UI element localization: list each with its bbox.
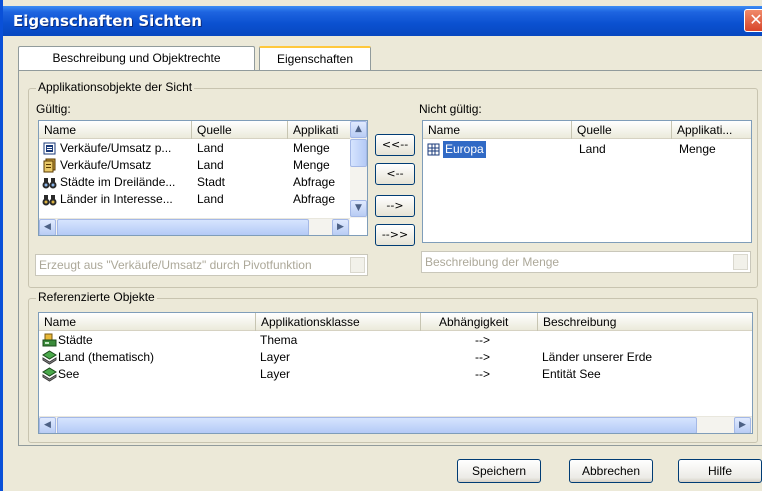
column-header-dependency[interactable]: Abhängigkeit	[421, 313, 538, 331]
valid-objects-list[interactable]: Name Quelle Applikati Verkäufe/Umsatz p.…	[38, 120, 368, 236]
window-title: Eigenschaften Sichten	[13, 12, 202, 30]
table-row[interactable]: Städte Thema -->	[39, 332, 752, 349]
scroll-down-button[interactable]: ▼	[350, 200, 367, 217]
valid-description-text: Erzeugt aus "Verkäufe/Umsatz" durch Pivo…	[39, 258, 312, 272]
column-header-source[interactable]: Quelle	[572, 121, 672, 139]
valid-list-header: Name Quelle Applikati	[39, 121, 367, 139]
item-app: Menge	[679, 142, 716, 156]
row-dependency: -->	[475, 333, 490, 347]
move-all-left-button[interactable]: <<--	[375, 134, 415, 156]
query-icon	[43, 158, 56, 173]
invalid-label: Nicht gültig:	[419, 102, 482, 116]
item-source: Land	[197, 158, 224, 172]
table-row[interactable]: Land (thematisch) Layer --> Länder unser…	[39, 349, 752, 366]
scroll-right-button[interactable]: ▶	[332, 219, 349, 235]
column-header-name[interactable]: Name	[39, 313, 256, 331]
invalid-list-header: Name Quelle Applikati...	[423, 121, 751, 139]
row-description	[542, 332, 742, 349]
referenced-list-header: Name Applikationsklasse Abhängigkeit Bes…	[39, 313, 752, 331]
column-header-app[interactable]: Applikati	[288, 121, 348, 139]
theme-icon	[42, 333, 57, 347]
row-class: Layer	[260, 350, 291, 364]
move-right-button[interactable]: -->	[375, 195, 415, 217]
item-app: Abfrage	[293, 192, 336, 206]
title-bar[interactable]: Eigenschaften Sichten ✕	[3, 6, 762, 36]
item-name: Städte im Dreilände...	[60, 175, 176, 189]
row-name: See	[58, 367, 80, 381]
row-description: Entität See	[542, 367, 601, 381]
item-app: Menge	[293, 141, 330, 155]
binoculars-icon	[42, 195, 57, 206]
item-name: Länder in Interesse...	[60, 192, 173, 206]
item-name: Europa	[443, 141, 486, 158]
vertical-scrollbar[interactable]: ▲ ▼	[350, 121, 367, 218]
invalid-description-text: Beschreibung der Menge	[425, 255, 560, 269]
scroll-right-button[interactable]: ▶	[734, 417, 751, 433]
referenced-objects-list[interactable]: Name Applikationsklasse Abhängigkeit Bes…	[38, 312, 753, 434]
horizontal-scrollbar[interactable]: ◀ ▶	[39, 218, 350, 235]
column-header-name[interactable]: Name	[39, 121, 192, 139]
column-header-name[interactable]: Name	[423, 121, 572, 139]
valid-description-field: Erzeugt aus "Verkäufe/Umsatz" durch Pivo…	[35, 254, 368, 276]
list-item[interactable]: Verkäufe/Umsatz Land Menge	[39, 157, 367, 174]
tab-eigenschaften[interactable]: Eigenschaften	[259, 46, 371, 70]
row-description: Länder unserer Erde	[542, 350, 653, 364]
spin-control	[350, 257, 365, 273]
tab-panel: Applikationsobjekte der Sicht Gültig: Ni…	[18, 70, 762, 446]
scroll-left-button[interactable]: ◀	[39, 219, 56, 235]
tab-beschreibung[interactable]: Beschreibung und Objektrechte	[18, 46, 255, 70]
table-icon	[43, 142, 56, 155]
item-app: Abfrage	[293, 175, 336, 189]
move-all-right-button[interactable]: -->>	[375, 224, 415, 246]
column-header-app[interactable]: Applikati...	[672, 121, 751, 139]
item-source: Land	[579, 142, 606, 156]
scroll-up-button[interactable]: ▲	[350, 121, 367, 138]
list-item[interactable]: Verkäufe/Umsatz p... Land Menge	[39, 140, 367, 157]
item-app: Menge	[293, 158, 330, 172]
item-name: Verkäufe/Umsatz p...	[60, 141, 172, 155]
column-header-description[interactable]: Beschreibung	[538, 313, 752, 331]
referenced-group-title: Referenzierte Objekte	[36, 290, 157, 304]
layer-icon	[42, 367, 57, 382]
list-item[interactable]: Länder in Interesse... Land Abfrage	[39, 191, 367, 208]
cancel-button[interactable]: Abbrechen	[569, 459, 653, 483]
item-name: Verkäufe/Umsatz	[60, 158, 152, 172]
invalid-objects-list[interactable]: Name Quelle Applikati... Europa Land Men…	[422, 120, 752, 243]
row-dependency: -->	[475, 350, 490, 364]
row-class: Thema	[260, 333, 298, 347]
list-item[interactable]: Städte im Dreilände... Stadt Abfrage	[39, 174, 367, 191]
valid-label: Gültig:	[36, 102, 71, 116]
column-header-class[interactable]: Applikationsklasse	[256, 313, 421, 331]
invalid-description-field: Beschreibung der Menge	[421, 251, 751, 273]
item-source: Land	[197, 141, 224, 155]
row-name: Städte	[58, 333, 93, 347]
move-left-button[interactable]: <--	[375, 163, 415, 185]
binoculars-icon	[42, 178, 57, 189]
row-name: Land (thematisch)	[58, 350, 155, 364]
table-row[interactable]: See Layer --> Entität See	[39, 366, 752, 383]
grid-icon	[427, 143, 440, 156]
scroll-thumb[interactable]	[57, 219, 309, 235]
item-source: Land	[197, 192, 224, 206]
list-item[interactable]: Europa Land Menge	[423, 141, 751, 158]
spin-control	[733, 254, 748, 270]
item-source: Stadt	[197, 175, 226, 189]
row-dependency: -->	[475, 367, 490, 381]
help-button[interactable]: Hilfe	[678, 459, 762, 483]
scroll-thumb[interactable]	[57, 417, 697, 433]
close-button[interactable]: ✕	[744, 9, 762, 32]
save-button[interactable]: Speichern	[457, 459, 541, 483]
scroll-thumb[interactable]	[350, 139, 367, 167]
horizontal-scrollbar[interactable]: ◀ ▶	[39, 416, 752, 433]
layer-icon	[42, 350, 57, 365]
app-objects-group-title: Applikationsobjekte der Sicht	[36, 80, 195, 94]
column-header-source[interactable]: Quelle	[192, 121, 288, 139]
dialog-window: Eigenschaften Sichten ✕ Beschreibung und…	[0, 0, 762, 491]
scroll-left-button[interactable]: ◀	[39, 417, 56, 433]
row-class: Layer	[260, 367, 291, 381]
